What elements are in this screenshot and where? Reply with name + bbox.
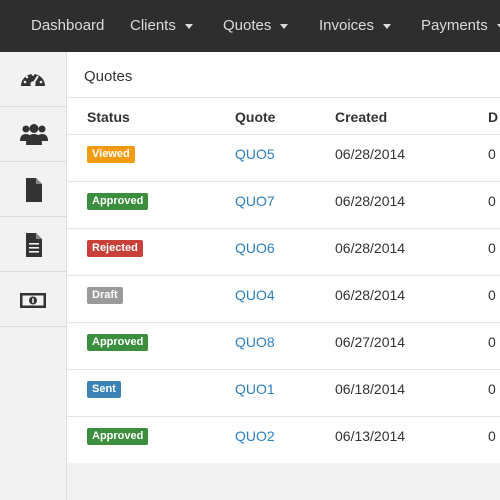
- due-date-partial: 0: [488, 193, 496, 209]
- table-row[interactable]: Sent QUO1 06/18/2014 0: [67, 369, 500, 417]
- status-badge: Approved: [87, 334, 149, 351]
- sidebar: [0, 52, 67, 500]
- table-row[interactable]: Approved QUO7 06/28/2014 0: [67, 181, 500, 229]
- nav-quotes-label: Quotes: [223, 17, 272, 34]
- due-date-partial: 0: [488, 334, 496, 350]
- nav-payments[interactable]: Payments: [421, 0, 500, 52]
- quote-number-link[interactable]: QUO5: [235, 146, 275, 162]
- sidebar-item-dashboard[interactable]: [0, 52, 66, 107]
- created-date: 06/28/2014: [335, 240, 406, 256]
- nav-invoices-label: Invoices: [319, 17, 375, 34]
- due-date-partial: 0: [488, 146, 496, 162]
- column-header-created[interactable]: Created: [335, 109, 387, 125]
- quote-number-link[interactable]: QUO6: [235, 240, 275, 256]
- status-badge: Rejected: [87, 240, 143, 257]
- created-date: 06/28/2014: [335, 146, 406, 162]
- clients-group-icon: [20, 124, 48, 145]
- quotes-panel: Quotes Status Quote Created D Viewed QUO5…: [67, 52, 500, 463]
- dashboard-gauge-icon: [21, 73, 45, 87]
- top-navbar: Dashboard Clients Quotes Invoices Paymen…: [0, 0, 500, 53]
- created-date: 06/13/2014: [335, 428, 406, 444]
- created-date: 06/28/2014: [335, 193, 406, 209]
- sidebar-item-quotes[interactable]: [0, 162, 66, 217]
- sidebar-item-clients[interactable]: [0, 107, 66, 162]
- due-date-partial: 0: [488, 381, 496, 397]
- nav-quotes[interactable]: Quotes: [223, 0, 289, 52]
- quote-number-link[interactable]: QUO4: [235, 287, 275, 303]
- table-row[interactable]: Approved QUO2 06/13/2014 0: [67, 416, 500, 464]
- invoice-file-icon: [26, 233, 42, 257]
- column-header-due-partial[interactable]: D: [488, 109, 498, 125]
- due-date-partial: 0: [488, 287, 496, 303]
- status-badge: Sent: [87, 381, 121, 398]
- due-date-partial: 0: [488, 240, 496, 256]
- column-header-status[interactable]: Status: [87, 109, 130, 125]
- created-date: 06/18/2014: [335, 381, 406, 397]
- nav-invoices[interactable]: Invoices: [319, 0, 392, 52]
- divider: [67, 97, 500, 98]
- table-row[interactable]: Viewed QUO5 06/28/2014 0: [67, 134, 500, 182]
- nav-dashboard[interactable]: Dashboard: [31, 0, 104, 52]
- quote-number-link[interactable]: QUO7: [235, 193, 275, 209]
- payment-money-icon: [20, 293, 46, 308]
- created-date: 06/27/2014: [335, 334, 406, 350]
- quote-file-icon: [26, 178, 42, 202]
- table-row[interactable]: Approved QUO8 06/27/2014 0: [67, 322, 500, 370]
- chevron-down-icon: [280, 23, 289, 29]
- sidebar-item-invoices[interactable]: [0, 217, 66, 272]
- quote-number-link[interactable]: QUO2: [235, 428, 275, 444]
- quote-number-link[interactable]: QUO1: [235, 381, 275, 397]
- status-badge: Approved: [87, 428, 149, 445]
- chevron-down-icon: [383, 23, 392, 29]
- panel-footer-area: [67, 463, 500, 500]
- status-badge: Approved: [87, 193, 149, 210]
- table-row[interactable]: Draft QUO4 06/28/2014 0: [67, 275, 500, 323]
- nav-clients-label: Clients: [130, 17, 176, 34]
- quote-number-link[interactable]: QUO8: [235, 334, 275, 350]
- due-date-partial: 0: [488, 428, 496, 444]
- status-badge: Viewed: [87, 146, 135, 163]
- page-title: Quotes: [84, 68, 133, 85]
- nav-payments-label: Payments: [421, 17, 488, 34]
- created-date: 06/28/2014: [335, 287, 406, 303]
- status-badge: Draft: [87, 287, 123, 304]
- column-header-quote[interactable]: Quote: [235, 109, 275, 125]
- sidebar-item-payments[interactable]: [0, 272, 66, 327]
- nav-clients[interactable]: Clients: [130, 0, 193, 52]
- chevron-down-icon: [184, 23, 193, 29]
- table-row[interactable]: Rejected QUO6 06/28/2014 0: [67, 228, 500, 276]
- nav-dashboard-label: Dashboard: [31, 17, 105, 34]
